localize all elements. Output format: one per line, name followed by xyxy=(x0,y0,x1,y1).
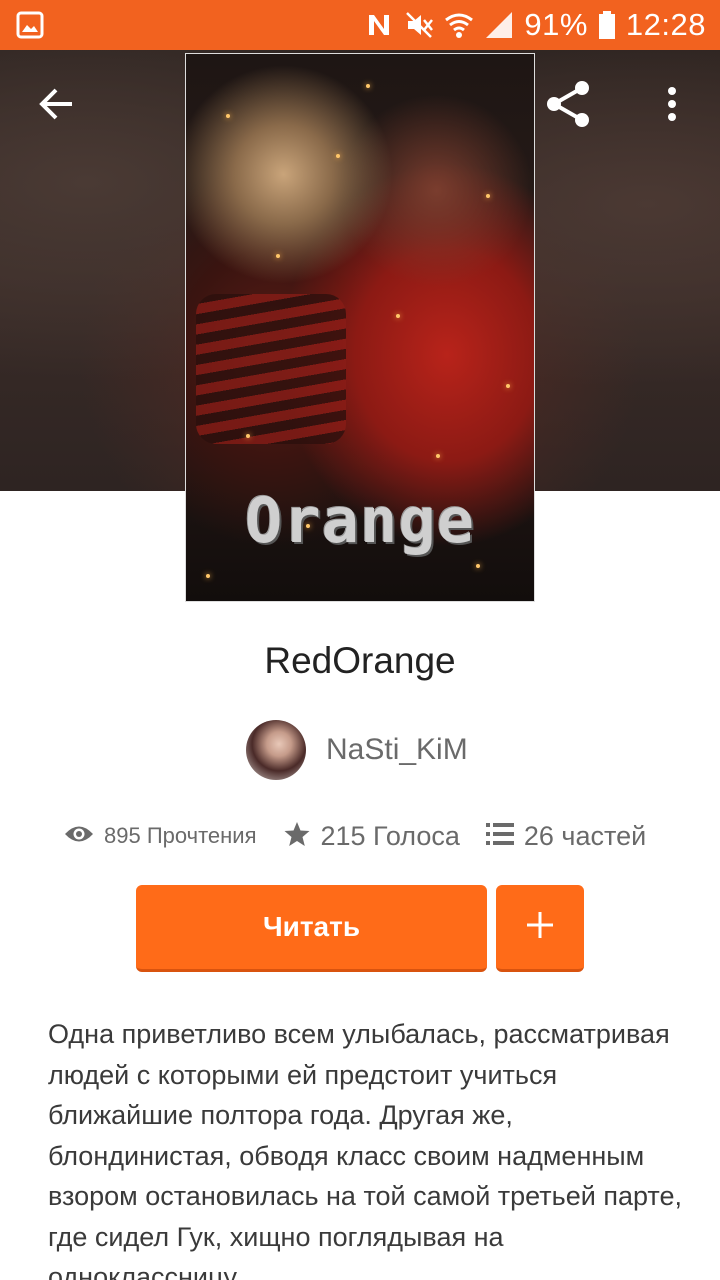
image-notification-icon xyxy=(16,11,44,39)
author-row[interactable]: NaSti_KiM xyxy=(246,720,468,780)
read-button[interactable]: Читать xyxy=(136,885,487,972)
share-button[interactable] xyxy=(536,74,600,138)
more-vert-icon xyxy=(666,86,678,127)
parts-stat: 26 частей xyxy=(485,820,647,852)
cover-title-text: Orange xyxy=(245,484,475,557)
sparkle xyxy=(506,384,510,388)
battery-icon xyxy=(598,10,616,40)
sparkle xyxy=(336,154,340,158)
clock: 12:28 xyxy=(625,7,706,42)
arrow-left-icon xyxy=(36,84,76,129)
sparkle xyxy=(476,564,480,568)
reads-count: 895 Прочтения xyxy=(104,823,257,848)
wifi-icon xyxy=(444,10,474,40)
more-options-button[interactable] xyxy=(640,74,704,138)
battery-percent: 91% xyxy=(524,7,588,42)
back-button[interactable] xyxy=(24,74,88,138)
signal-icon xyxy=(484,10,514,40)
sparkle xyxy=(486,194,490,198)
add-to-library-button[interactable] xyxy=(496,885,584,972)
star-icon xyxy=(283,820,311,853)
book-cover[interactable]: Orange xyxy=(185,53,535,602)
share-icon xyxy=(544,80,592,133)
parts-count: 26 частей xyxy=(523,820,647,851)
sparkle xyxy=(276,254,280,258)
story-title: RedOrange xyxy=(264,640,456,681)
author-avatar[interactable] xyxy=(246,720,306,780)
reads-stat: 895 Прочтения xyxy=(64,823,257,850)
story-description: Одна приветливо всем улыбалась, рассматр… xyxy=(48,1019,682,1280)
sparkle xyxy=(246,434,250,438)
eye-icon xyxy=(64,823,94,850)
plus-icon xyxy=(525,910,555,945)
mute-icon xyxy=(404,10,434,40)
cover-art-stripes xyxy=(196,294,346,444)
status-bar: 91% 12:28 xyxy=(0,0,720,50)
sparkle xyxy=(436,454,440,458)
sparkle xyxy=(396,314,400,318)
sparkle xyxy=(226,114,230,118)
votes-stat: 215 Голоса xyxy=(283,820,460,853)
author-name[interactable]: NaSti_KiM xyxy=(326,733,468,767)
votes-count: 215 Голоса xyxy=(320,820,460,851)
n-icon xyxy=(364,10,394,40)
list-icon xyxy=(485,822,514,851)
sparkle xyxy=(366,84,370,88)
sparkle xyxy=(206,574,210,578)
story-stats: 895 Прочтения 215 Голоса 26 частей xyxy=(64,816,646,856)
